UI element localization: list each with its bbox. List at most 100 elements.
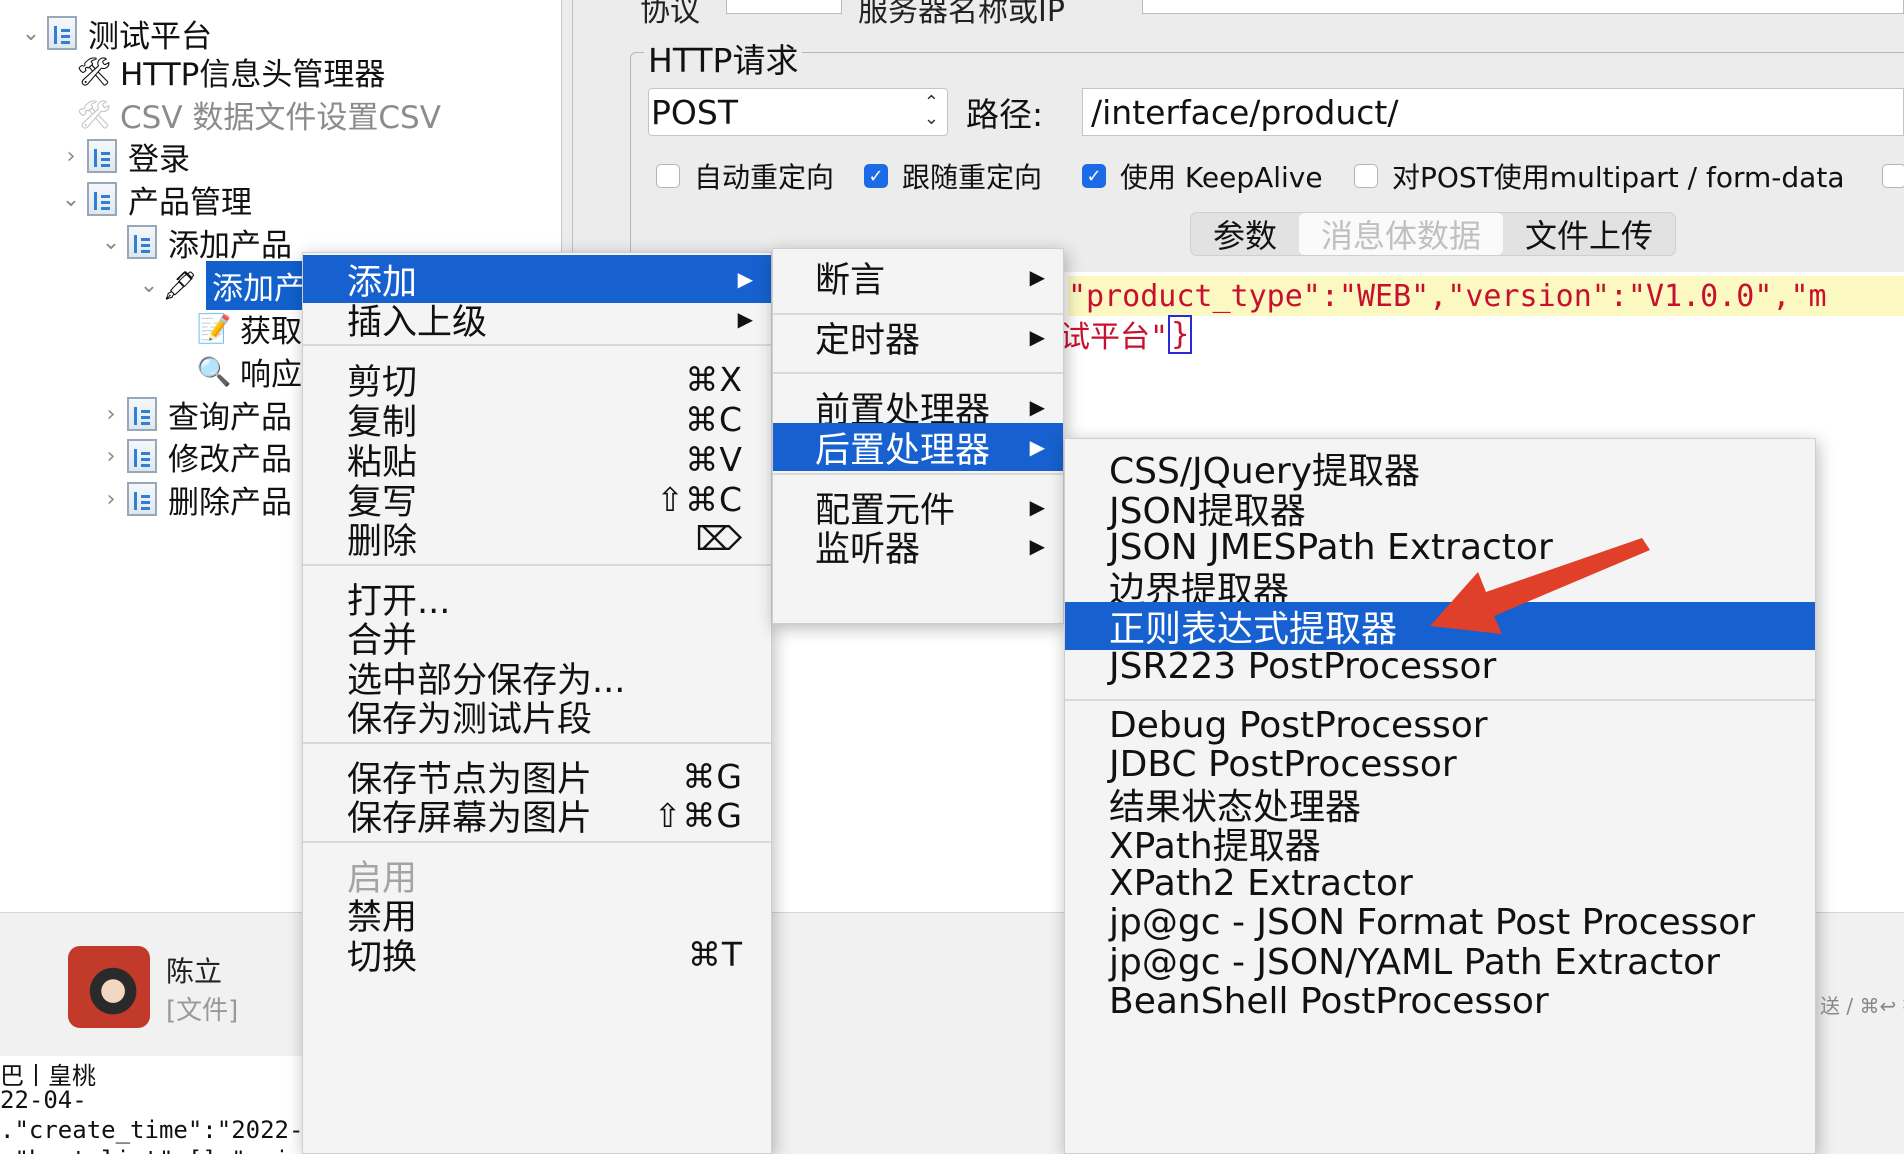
tree-node[interactable]: 🛠 HTTP信息头管理器 [76, 48, 385, 94]
chat-contact-name: 陈立 [166, 955, 223, 988]
menu-item[interactable]: 删除 ⌦ [303, 514, 771, 562]
thread-group-glyph [87, 182, 117, 216]
menu-item[interactable]: 监听器 ▶ [773, 522, 1063, 570]
tree-node[interactable]: ⌄ 添加产品 [98, 219, 292, 265]
checkbox-option[interactable]: ✓ 跟随重定向 [864, 156, 1042, 196]
chat-last-message: [文件] [166, 996, 239, 1026]
chevron-down-icon[interactable]: ⌄ [98, 230, 124, 255]
menu-item-label: 保存为测试片段 [347, 699, 593, 740]
body-tabs: 参数 消息体数据 文件上传 [1190, 212, 1677, 256]
json-line-1: "product_type":"WEB","version":"V1.0.0",… [1068, 276, 1904, 316]
chevron-down-icon[interactable]: ⌄ [18, 21, 44, 46]
path-input[interactable]: /interface/product/ [1082, 88, 1904, 136]
tree-node[interactable]: 🛠 CSV 数据文件设置CSV [76, 91, 441, 137]
menu-item[interactable]: 保存为测试片段 [303, 692, 771, 740]
tree-node-label: 添加产品 [168, 227, 292, 264]
checkbox-label: 自动重定向 [694, 161, 835, 194]
http-request-title: HTTP请求 [644, 34, 803, 82]
menu-item-shortcut: ⌘X [685, 359, 743, 399]
menu-separator [773, 372, 1063, 374]
checkbox-checked-icon[interactable]: ✓ [864, 164, 888, 188]
menu-item-label: 后置处理器 [815, 430, 991, 471]
chevron-right-icon[interactable]: › [98, 487, 124, 512]
thread-group-icon [44, 15, 80, 51]
checkbox-unchecked-icon[interactable] [656, 164, 680, 188]
checkbox-label: 使用 KeepAlive [1120, 161, 1323, 194]
menu-item-label: 监听器 [815, 529, 921, 570]
thread-group-glyph [127, 225, 157, 259]
menu-item-shortcut: ⌘C [684, 399, 743, 439]
chevron-down-icon[interactable]: ⌄ [58, 187, 84, 212]
chat-log-line: ."host_list":[],"api_key":" [0, 1146, 320, 1154]
menu-item[interactable]: 切换 ⌘T [303, 930, 771, 978]
thread-group-glyph [47, 16, 77, 50]
menu-item-label: BeanShell PostProcessor [1109, 980, 1549, 1022]
tab-2[interactable]: 文件上传 [1503, 213, 1675, 255]
submenu-arrow-icon: ▶ [1029, 534, 1045, 558]
submenu-arrow-icon: ▶ [1029, 395, 1045, 419]
protocol-input[interactable] [726, 0, 842, 14]
add-submenu: 断言 ▶ 定时器 ▶ 前置处理器 ▶ 后置处理器 ▶ 配置元件 ▶ 监听器 ▶ [772, 248, 1064, 624]
menu-item-label: 切换 [347, 937, 418, 978]
chat-log-line: 巴丨皇桃 [0, 1062, 96, 1090]
menu-item-shortcut: ⌘V [685, 439, 743, 479]
tab-0[interactable]: 参数 [1191, 213, 1299, 255]
red-arrow-annotation [1430, 538, 1650, 634]
jmeter-window: ⌄ 测试平台 🛠 HTTP信息头管理器 🛠 CSV 数据文件设置CSV › 登录 ⌄ 产品管理 ⌄ 添… [0, 0, 1904, 1154]
chevron-right-icon[interactable]: › [98, 444, 124, 469]
avatar[interactable] [68, 946, 150, 1028]
tree-node[interactable]: › 修改产品 [98, 433, 292, 479]
tree-node[interactable]: › 删除产品 [98, 476, 292, 522]
thread-group-glyph [87, 139, 117, 173]
checkbox-option[interactable]: ✓ 使用 KeepAlive [1082, 156, 1323, 196]
menu-item-shortcut: ⌘G [682, 756, 743, 796]
submenu-arrow-icon: ▶ [1029, 325, 1045, 349]
menu-item[interactable]: BeanShell PostProcessor [1065, 977, 1815, 1025]
menu-item[interactable]: 后置处理器 ▶ [773, 423, 1063, 471]
thread-group-glyph [127, 439, 157, 473]
chat-log-line: ."create_time":"2022-04- [0, 1116, 320, 1144]
chevron-down-icon[interactable]: ⌄ [136, 273, 162, 298]
menu-item-label: 断言 [815, 260, 886, 301]
checkbox-option-partial[interactable] [1882, 156, 1904, 196]
tree-node-label: 修改产品 [168, 441, 292, 478]
thread-group-icon [124, 481, 160, 517]
checkbox-unchecked-icon[interactable] [1354, 164, 1378, 188]
menu-item-shortcut: ⇧⌘G [653, 795, 743, 835]
wrench-icon: 🛠 [76, 97, 112, 131]
tree-node[interactable]: › 登录 [58, 133, 190, 179]
menu-item-label: 插入上级 [347, 302, 488, 343]
server-input[interactable] [1142, 0, 1904, 14]
checkbox-label: 对POST使用multipart / form-data [1392, 161, 1845, 194]
menu-separator [303, 564, 771, 566]
tree-node[interactable]: › 查询产品 [98, 391, 292, 437]
tab-1[interactable]: 消息体数据 [1299, 213, 1504, 255]
submenu-arrow-icon: ▶ [737, 267, 753, 291]
tree-node-label: 查询产品 [168, 399, 292, 436]
menu-item-label: JSR223 PostProcessor [1109, 645, 1497, 687]
method-select[interactable]: POST ⌃ ⌄ [648, 88, 948, 136]
checkbox-unchecked-icon[interactable] [1882, 164, 1904, 188]
up-down-icon: ⌃ ⌄ [923, 92, 939, 129]
server-label: 服务器名称或IP [858, 0, 1065, 29]
chevron-right-icon[interactable]: › [98, 402, 124, 427]
checkbox-option[interactable]: 对POST使用multipart / form-data [1354, 156, 1844, 196]
menu-item[interactable]: 定时器 ▶ [773, 313, 1063, 361]
thread-group-icon [84, 138, 120, 174]
menu-item-shortcut: ⇧⌘C [656, 479, 743, 519]
method-value: POST [651, 92, 738, 132]
checkbox-option[interactable]: 自动重定向 [656, 156, 834, 196]
menu-item[interactable]: 断言 ▶ [773, 253, 1063, 301]
protocol-label: 协议 [640, 0, 700, 29]
chevron-right-icon[interactable]: › [58, 144, 84, 169]
checkbox-checked-icon[interactable]: ✓ [1082, 164, 1106, 188]
tree-node[interactable]: ⌄ 产品管理 [58, 176, 252, 222]
chat-log: 巴丨皇桃22-04-."create_time":"2022-04- ."host… [0, 1056, 320, 1154]
menu-item-shortcut: ⌘T [687, 934, 743, 974]
menu-item-label: 定时器 [815, 320, 921, 361]
chat-send-hint: 送 / ⌘↩ 换 [1820, 994, 1904, 1018]
thread-group-glyph [127, 482, 157, 516]
tree-node-label: 删除产品 [168, 484, 292, 521]
menu-item[interactable]: 插入上级 ▶ [303, 295, 771, 343]
menu-item[interactable]: 保存屏幕为图片 ⇧⌘G [303, 791, 771, 839]
